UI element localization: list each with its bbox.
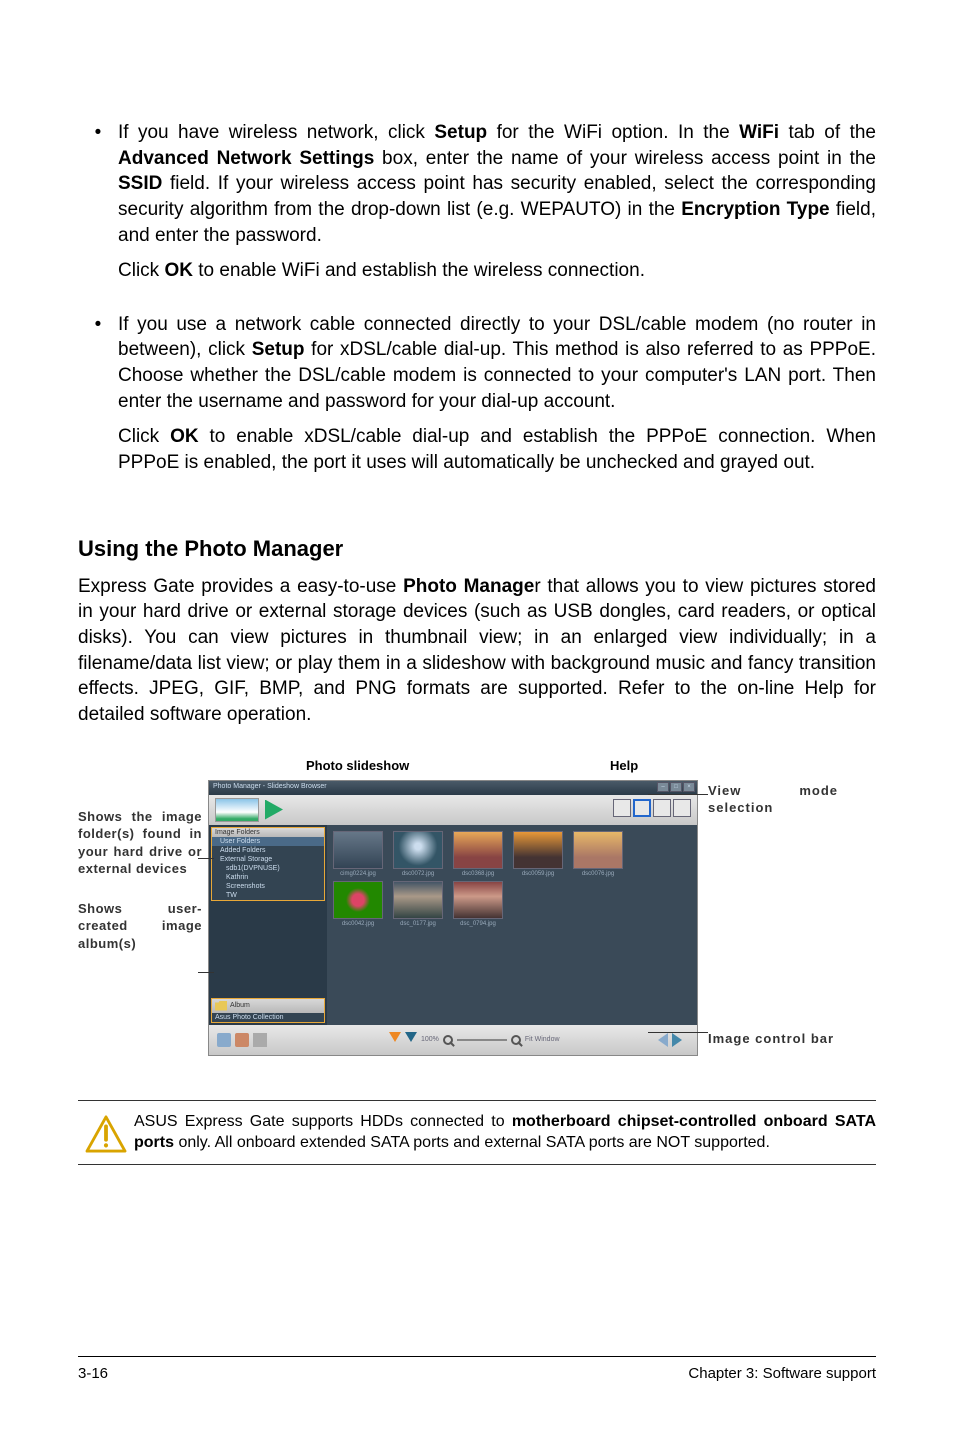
thumb-row-2: dsc0042.jpg dsc_0177.jpg dsc_0794.jpg [333,881,691,927]
delete-icon[interactable] [253,1033,267,1047]
thumbnail-image [393,831,443,869]
maximize-button[interactable]: □ [670,782,682,792]
label-image-control-bar: Image control bar [708,1030,838,1048]
thumbnail-label: dsc0076.jpg [582,871,614,877]
sidebar-item-tw[interactable]: TW [212,891,324,900]
zoom-percent: 100% [421,1036,439,1043]
thumbnail-image [513,831,563,869]
thumbnail[interactable]: dsc0076.jpg [573,831,623,877]
chapter-label: Chapter 3: Software support [688,1365,876,1382]
bullet-text: If you use a network cable connected dir… [118,312,876,486]
rotate-cw-icon[interactable] [235,1033,249,1047]
bullet-item: • If you have wireless network, click Se… [78,120,876,294]
view-enlarge-button[interactable] [673,799,691,817]
thumbnail-image [453,881,503,919]
sidebar-album-label: Album [230,1002,250,1009]
page-prev-icon[interactable] [651,1033,668,1047]
view-list-button[interactable] [653,799,671,817]
sidebar-albums-group: Album Asus Photo Collection [211,998,325,1023]
sidebar-album-item[interactable]: Asus Photo Collection [212,1013,324,1022]
thumbnail[interactable]: dsc_0794.jpg [453,881,503,927]
thumbnail[interactable]: dsc0059.jpg [513,831,563,877]
bullet-item: • If you use a network cable connected d… [78,312,876,486]
bullet-marker: • [78,312,118,486]
zoom-out-icon[interactable] [443,1035,453,1045]
view-thumbnail-button[interactable] [633,799,651,817]
fit-window-label[interactable]: Fit Window [525,1036,560,1043]
photo-manager-window: Photo Manager - Slideshow Browser – □ × [208,780,698,1056]
warning-note: ASUS Express Gate supports HDDs connecte… [78,1100,876,1165]
sidebar-item-kathrin[interactable]: Kathrin [212,873,324,882]
thumbnail-label: dsc0059.jpg [522,871,554,877]
rotate-ccw-icon[interactable] [217,1033,231,1047]
bullet1-para2: Click OK to enable WiFi and establish th… [118,258,876,284]
section-heading: Using the Photo Manager [78,536,876,562]
bullet2-para1: If you use a network cable connected dir… [118,312,876,415]
sidebar-item-user-folders[interactable]: User Folders [212,837,324,846]
slideshow-button[interactable] [265,800,283,820]
thumbnail-image [393,881,443,919]
thumbnail-image [573,831,623,869]
prev-icon[interactable] [389,1032,401,1048]
thumb-row-1: cimg0224.jpg dsc0072.jpg dsc0368.jpg dsc005… [333,831,691,877]
folder-icon [215,1001,227,1011]
window-titlebar: Photo Manager - Slideshow Browser – □ × [209,781,697,795]
sidebar-folders-group: Image Folders User Folders Added Folders… [211,827,325,901]
thumbnail[interactable]: dsc_0177.jpg [393,881,443,927]
page-footer: 3-16 Chapter 3: Software support [78,1356,876,1382]
warning-text: ASUS Express Gate supports HDDs connecte… [134,1111,876,1154]
section-body: Express Gate provides a easy-to-use Phot… [78,574,876,728]
sidebar-item-external[interactable]: External Storage [212,855,324,864]
sidebar-item-sdb1[interactable]: sdb1(DVPNUSE) [212,864,324,873]
bottom-control-bar: 100% Fit Window [209,1025,697,1055]
thumbnail-label: cimg0224.jpg [340,871,376,877]
label-image-folders-desc: Shows the image folder(s) found in your … [78,808,202,878]
page-number: 3-16 [78,1365,108,1382]
next-icon[interactable] [405,1032,417,1048]
help-button[interactable] [613,799,631,817]
thumbnail[interactable]: cimg0224.jpg [333,831,383,877]
thumbnail-label: dsc0368.jpg [462,871,494,877]
label-view-mode: View mode selection [708,782,838,817]
thumbnail-label: dsc_0177.jpg [400,921,436,927]
sidebar: Image Folders User Folders Added Folders… [209,825,327,1025]
sidebar-header-image-folders: Image Folders [212,828,324,837]
toolbar [209,795,697,825]
bullet-marker: • [78,120,118,294]
thumbnail[interactable]: dsc0072.jpg [393,831,443,877]
warning-icon [78,1111,134,1154]
thumbnail[interactable]: dsc0368.jpg [453,831,503,877]
sidebar-item-screenshots[interactable]: Screenshots [212,882,324,891]
bullet1-para1: If you have wireless network, click Setu… [118,120,876,248]
zoom-slider[interactable] [457,1039,507,1041]
bullet-text: If you have wireless network, click Setu… [118,120,876,294]
label-photo-slideshow: Photo slideshow [306,758,409,773]
thumbnail[interactable]: dsc0042.jpg [333,881,383,927]
sidebar-item-added-folders[interactable]: Added Folders [212,846,324,855]
label-help: Help [610,758,638,773]
current-preview-icon [215,798,259,822]
minimize-button[interactable]: – [657,782,669,792]
label-albums-desc: Shows user-created image album(s) [78,900,202,953]
thumbnail-label: dsc_0794.jpg [460,921,496,927]
thumbnail-image [453,831,503,869]
thumbnail-image [333,881,383,919]
thumbnail-label: dsc0072.jpg [402,871,434,877]
window-title: Photo Manager - Slideshow Browser [213,783,327,790]
photo-manager-diagram: Photo slideshow Help Shows the image fol… [78,758,876,1056]
page-next-icon[interactable] [672,1033,689,1047]
zoom-in-icon[interactable] [511,1035,521,1045]
sidebar-album-header[interactable]: Album [212,999,324,1013]
close-button[interactable]: × [683,782,695,792]
thumbnail-area: cimg0224.jpg dsc0072.jpg dsc0368.jpg dsc005… [327,825,697,1025]
thumbnail-label: dsc0042.jpg [342,921,374,927]
thumbnail-image [333,831,383,869]
bullet2-para2: Click OK to enable xDSL/cable dial-up an… [118,424,876,475]
